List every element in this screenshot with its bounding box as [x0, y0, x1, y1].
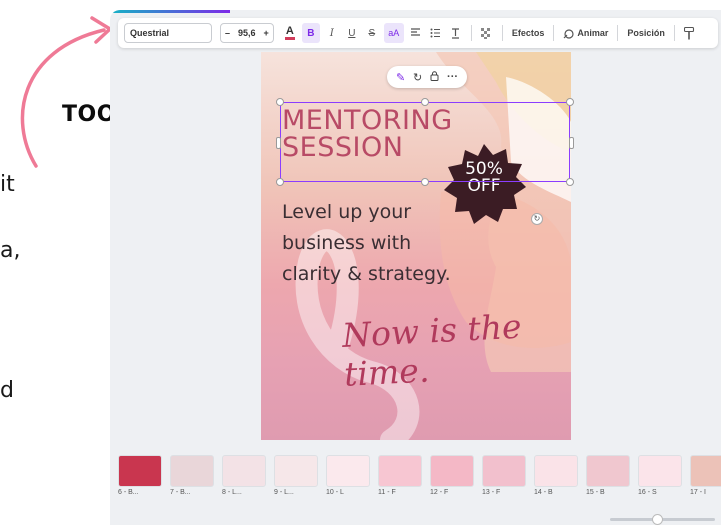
font-size-value[interactable]: 95,6 [238, 28, 256, 38]
effects-button[interactable]: Efectos [512, 28, 545, 38]
page-preview [326, 455, 370, 487]
page-preview [534, 455, 578, 487]
page-label: 8 - L... [222, 489, 242, 496]
resize-handle[interactable] [421, 178, 429, 186]
page-thumbnail[interactable]: 11 - F [378, 455, 422, 496]
spacing-icon[interactable] [448, 23, 464, 43]
page-label: 14 - B [534, 489, 553, 496]
element-quick-actions: ✎ ↻ ··· [387, 66, 467, 88]
font-size-stepper[interactable]: – 95,6 + [220, 23, 274, 43]
editor-accent-bar [110, 10, 230, 13]
left-text-fragment: it [0, 172, 15, 197]
list-icon[interactable] [428, 23, 444, 43]
lock-icon[interactable] [430, 70, 439, 84]
pages-strip: 6 - B... 7 - B... 8 - L... 9 - L... 10 - L 11… [118, 455, 721, 505]
letter-case-button[interactable]: aA [383, 23, 404, 43]
resize-handle[interactable] [421, 98, 429, 106]
page-label: 7 - B... [170, 489, 191, 496]
italic-button[interactable]: I [324, 23, 340, 43]
page-thumbnail[interactable]: 13 - F [482, 455, 526, 496]
resize-handle[interactable] [276, 137, 281, 149]
resize-handle[interactable] [276, 178, 284, 186]
toolbar-divider [553, 25, 555, 41]
animate-label: Animar [577, 28, 609, 38]
editor-area: Questrial – 95,6 + A B I U S aA Efectos … [110, 10, 721, 525]
page-preview [378, 455, 422, 487]
zoom-slider-knob[interactable] [652, 514, 663, 525]
page-preview [170, 455, 214, 487]
rotate-handle-icon[interactable]: ↻ [531, 213, 543, 225]
page-thumbnail[interactable]: 7 - B... [170, 455, 214, 496]
animate-icon [563, 28, 574, 39]
transparency-icon[interactable] [479, 23, 495, 43]
screenshot: TOOLBAR it a, d Questrial – 95,6 + A B I… [0, 0, 721, 525]
text-color-swatch [284, 37, 295, 40]
align-icon[interactable] [408, 23, 424, 43]
page-label: 9 - L... [274, 489, 294, 496]
page-preview [638, 455, 682, 487]
page-thumbnail[interactable]: 9 - L... [274, 455, 318, 496]
resize-handle[interactable] [569, 137, 574, 149]
page-label: 17 - I [690, 489, 706, 496]
left-text-fragment: a, [0, 238, 21, 263]
page-thumbnail[interactable]: 6 - B... [118, 455, 162, 496]
page-label: 16 - S [638, 489, 657, 496]
text-color-button[interactable]: A [282, 23, 298, 43]
subheading-text[interactable]: Level up your business with clarity & st… [282, 197, 451, 290]
page-label: 10 - L [326, 489, 344, 496]
body-line: Level up your [282, 201, 412, 223]
position-button[interactable]: Posición [627, 28, 665, 38]
page-label: 13 - F [482, 489, 501, 496]
selection-box [276, 98, 574, 186]
strikethrough-button[interactable]: S [364, 23, 380, 43]
more-options-icon[interactable]: ··· [447, 71, 458, 83]
page-label: 15 - B [586, 489, 605, 496]
page-thumbnail[interactable]: 14 - B [534, 455, 578, 496]
page-thumbnail[interactable]: 10 - L [326, 455, 370, 496]
page-label: 12 - F [430, 489, 449, 496]
toolbar-divider [501, 25, 503, 41]
page-preview [222, 455, 266, 487]
decrease-size-button[interactable]: – [225, 28, 230, 38]
page-preview [118, 455, 162, 487]
page-label: 11 - F [378, 489, 396, 496]
bold-button[interactable]: B [301, 23, 320, 43]
toolbar-divider [617, 25, 619, 41]
text-toolbar: Questrial – 95,6 + A B I U S aA Efectos … [118, 18, 718, 48]
page-thumbnail[interactable]: 16 - S [638, 455, 682, 496]
left-text-fragment: d [0, 378, 14, 403]
page-preview [690, 455, 721, 487]
page-preview [586, 455, 630, 487]
text-color-icon: A [285, 25, 294, 37]
body-line: clarity & strategy. [282, 263, 451, 285]
page-preview [430, 455, 474, 487]
toolbar-divider [673, 25, 675, 41]
resize-handle[interactable] [566, 98, 574, 106]
body-line: business with [282, 232, 412, 254]
animate-button[interactable]: Animar [563, 28, 608, 39]
toolbar-divider [470, 25, 472, 41]
page-thumbnail[interactable]: 12 - F [430, 455, 474, 496]
page-thumbnail[interactable]: 8 - L... [222, 455, 266, 496]
page-label: 6 - B... [118, 489, 139, 496]
magic-edit-icon[interactable]: ✎ [396, 71, 405, 84]
resize-handle[interactable] [276, 98, 284, 106]
underline-button[interactable]: U [344, 23, 360, 43]
paint-roller-icon[interactable] [682, 23, 698, 43]
increase-size-button[interactable]: + [264, 28, 269, 38]
font-family-dropdown[interactable]: Questrial [124, 23, 212, 43]
script-tagline[interactable]: Now is the time. [341, 304, 571, 394]
page-preview [482, 455, 526, 487]
page-thumbnail[interactable]: 17 - I [690, 455, 721, 496]
page-thumbnail[interactable]: 15 - B [586, 455, 630, 496]
resize-handle[interactable] [566, 178, 574, 186]
rotate-icon[interactable]: ↻ [413, 71, 422, 84]
page-preview [274, 455, 318, 487]
